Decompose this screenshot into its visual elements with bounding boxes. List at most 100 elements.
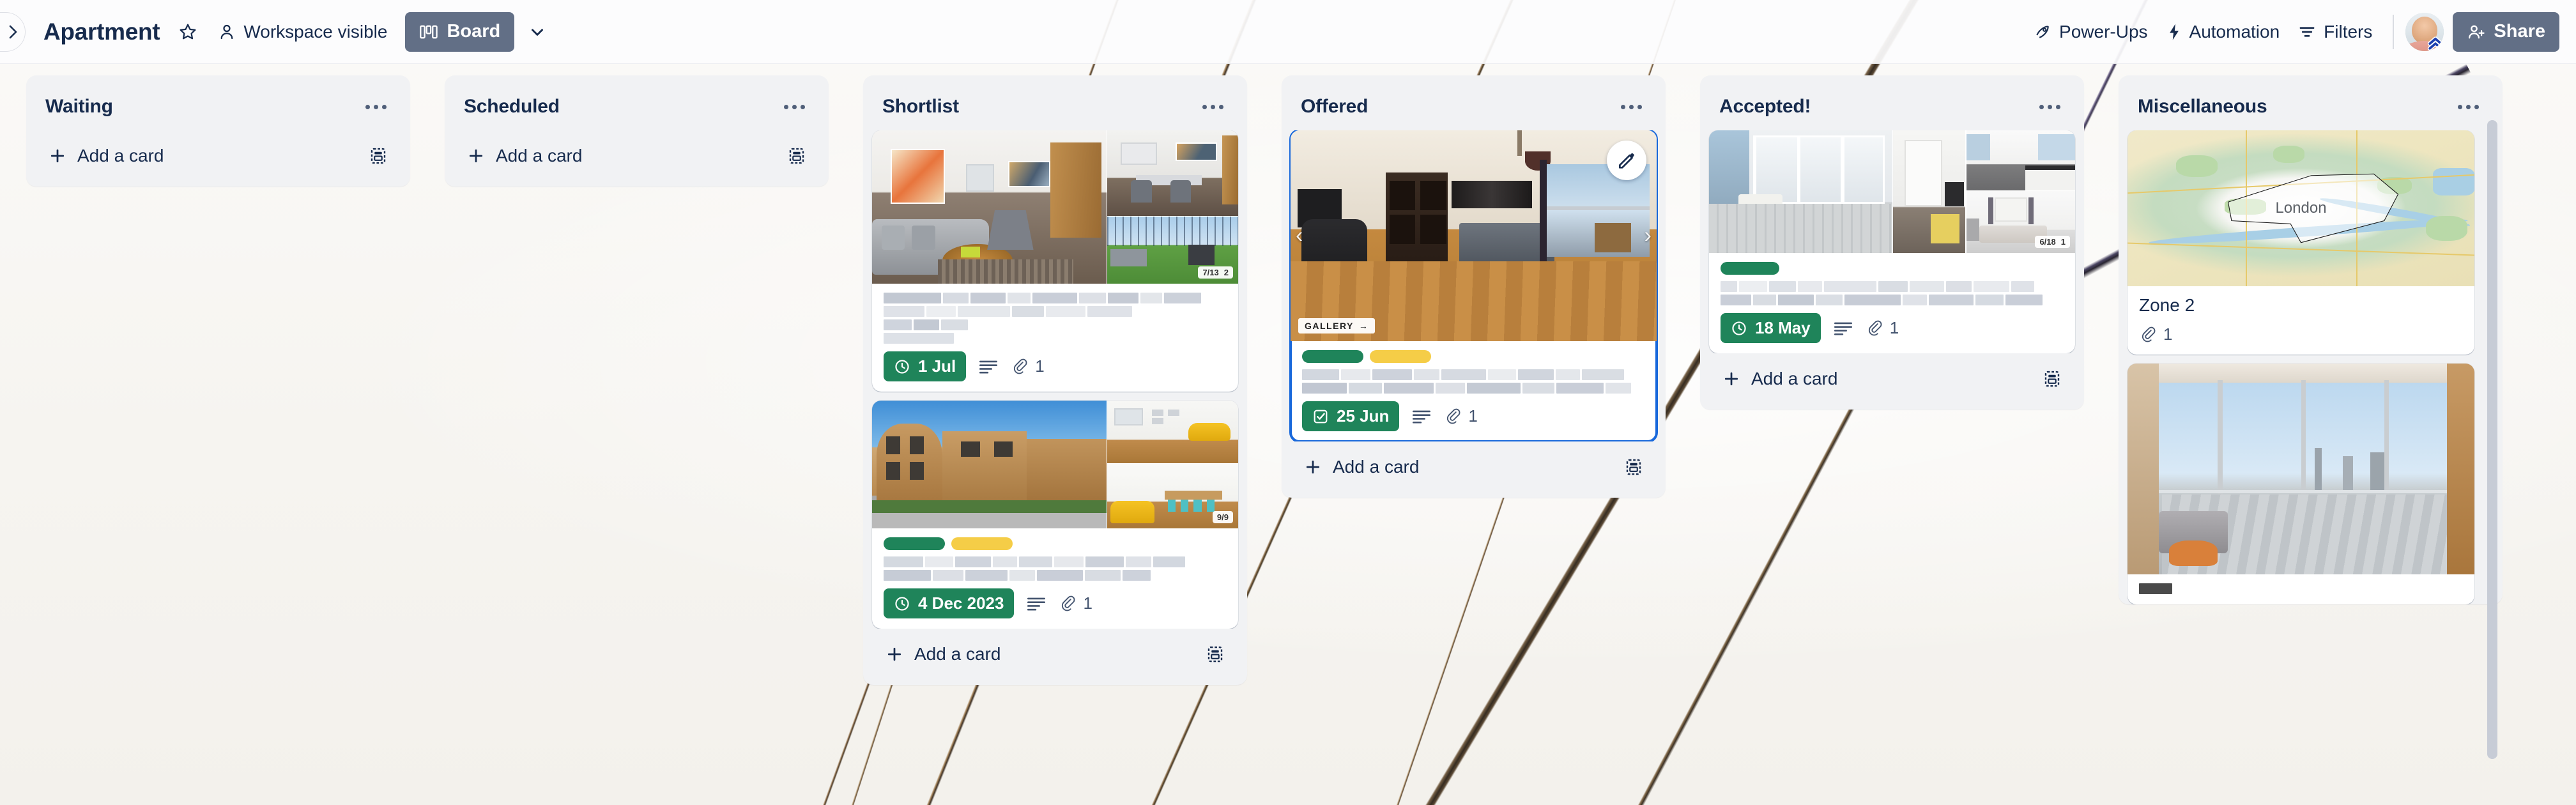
list-accepted: Accepted! 6/18 1 18 May 1 Add a card bbox=[1700, 75, 2084, 410]
visibility-button[interactable]: Workspace visible bbox=[208, 14, 396, 50]
avatar[interactable] bbox=[2405, 12, 2444, 51]
cover-next-arrow-icon[interactable]: › bbox=[1644, 224, 1652, 249]
sidebar-collapse-button[interactable] bbox=[0, 12, 26, 52]
due-date-text: 25 Jun bbox=[1337, 406, 1390, 425]
list-menu-button-miscellaneous[interactable] bbox=[2451, 92, 2485, 121]
add-card-button-shortlist[interactable]: Add a card bbox=[877, 638, 1008, 671]
plus-icon bbox=[1724, 372, 1738, 386]
description-badge bbox=[1412, 409, 1431, 424]
due-date-badge[interactable]: 25 Jun bbox=[1302, 401, 1400, 431]
attachment-badge: 1 bbox=[1011, 356, 1045, 376]
card-container-accepted: 6/18 1 18 May 1 bbox=[1700, 130, 2084, 353]
ellipsis-icon bbox=[1202, 104, 1207, 109]
card-misc-2[interactable] bbox=[2128, 364, 2474, 604]
add-card-button-waiting[interactable]: Add a card bbox=[40, 139, 171, 172]
add-card-button-accepted[interactable]: Add a card bbox=[1714, 362, 1845, 395]
card-template-button-waiting[interactable] bbox=[363, 141, 394, 171]
list-menu-button-offered[interactable] bbox=[1614, 92, 1648, 121]
list-title-scheduled[interactable]: Scheduled bbox=[464, 96, 560, 118]
description-icon bbox=[1027, 597, 1046, 611]
list-menu-button-scheduled[interactable] bbox=[778, 92, 811, 121]
card-cover[interactable]: 6/18 1 bbox=[1709, 130, 2075, 253]
due-date-text: 1 Jul bbox=[918, 356, 956, 376]
list-title-miscellaneous[interactable]: Miscellaneous bbox=[2138, 96, 2267, 118]
list-menu-button-accepted[interactable] bbox=[2033, 92, 2066, 121]
board-header: Apartment Workspace visible Board Power-… bbox=[0, 0, 2576, 64]
page-title[interactable]: Apartment bbox=[36, 13, 167, 50]
list-header-accepted: Accepted! bbox=[1700, 75, 2084, 130]
card-badges: 1 Jul 1 bbox=[884, 351, 1227, 381]
ellipsis-icon bbox=[2055, 104, 2060, 109]
card-accepted-1[interactable]: 6/18 1 18 May 1 bbox=[1709, 130, 2075, 353]
due-date-badge[interactable]: 18 May bbox=[1721, 313, 1821, 343]
chevron-right-icon bbox=[9, 25, 17, 38]
paperclip-icon bbox=[1014, 358, 1027, 374]
label-yellow[interactable] bbox=[1370, 350, 1431, 363]
due-date-badge[interactable]: 1 Jul bbox=[884, 351, 967, 381]
power-ups-button[interactable]: Power-Ups bbox=[2024, 14, 2156, 50]
label-green[interactable] bbox=[1302, 350, 1363, 363]
star-icon bbox=[180, 24, 196, 39]
card-template-button-scheduled[interactable] bbox=[781, 141, 812, 171]
list-shortlist: Shortlist 7/13 2 1 Jul 1 9/9 4 Dec 2023 … bbox=[863, 75, 1247, 685]
card-cover[interactable]: 9/9 bbox=[872, 401, 1238, 528]
list-waiting: Waiting Add a card bbox=[26, 75, 410, 187]
list-header-miscellaneous: Miscellaneous bbox=[2119, 75, 2503, 130]
chevrons-up-icon bbox=[2428, 36, 2444, 50]
list-vertical-scrollbar[interactable] bbox=[2487, 120, 2497, 759]
person-icon bbox=[220, 24, 233, 39]
card-cover[interactable] bbox=[2128, 364, 2474, 574]
label-green[interactable] bbox=[884, 537, 945, 550]
list-title-shortlist[interactable]: Shortlist bbox=[882, 96, 959, 118]
card-title-redacted bbox=[2139, 583, 2463, 594]
label-green[interactable] bbox=[1721, 262, 1779, 275]
due-date-text: 18 May bbox=[1755, 318, 1811, 337]
board-view-button[interactable]: Board bbox=[405, 12, 515, 52]
card-template-button-accepted[interactable] bbox=[2037, 364, 2067, 394]
card-cover-map[interactable]: London bbox=[2128, 130, 2474, 286]
gallery-label: GALLERY bbox=[1305, 321, 1354, 331]
card-misc-zone2[interactable]: London Zone 2 1 bbox=[2128, 130, 2474, 355]
card-badges: 18 May 1 bbox=[1721, 313, 2064, 343]
add-card-button-offered[interactable]: Add a card bbox=[1296, 450, 1427, 484]
add-card-label: Add a card bbox=[1333, 457, 1420, 477]
gallery-overlay-pill[interactable]: GALLERY → bbox=[1298, 318, 1376, 334]
card-cover[interactable]: GALLERY → ‹ › bbox=[1291, 130, 1657, 341]
label-yellow[interactable] bbox=[951, 537, 1013, 550]
card-body: 1 Jul 1 bbox=[872, 284, 1238, 392]
card-template-button-shortlist[interactable] bbox=[1200, 639, 1230, 670]
ellipsis-icon bbox=[381, 104, 387, 109]
edit-card-button[interactable] bbox=[1607, 141, 1646, 180]
card-cover[interactable]: 7/13 2 bbox=[872, 130, 1238, 284]
cover-photo-count: 9/9 bbox=[1216, 512, 1229, 522]
filters-button[interactable]: Filters bbox=[2288, 14, 2381, 50]
due-date-badge[interactable]: 4 Dec 2023 bbox=[884, 588, 1015, 618]
cover-prev-arrow-icon[interactable]: ‹ bbox=[1296, 224, 1303, 249]
add-card-button-scheduled[interactable]: Add a card bbox=[459, 139, 590, 172]
ellipsis-icon bbox=[800, 104, 805, 109]
card-labels bbox=[1302, 350, 1645, 363]
list-footer-waiting: Add a card bbox=[26, 130, 410, 187]
card-template-icon bbox=[371, 148, 386, 164]
cover-count-pill: 9/9 bbox=[1212, 511, 1233, 523]
list-title-offered[interactable]: Offered bbox=[1301, 96, 1368, 118]
card-shortlist-1[interactable]: 7/13 2 1 Jul 1 bbox=[872, 130, 1238, 392]
view-switcher-button[interactable] bbox=[519, 14, 555, 50]
share-button[interactable]: Share bbox=[2453, 12, 2559, 52]
card-template-button-offered[interactable] bbox=[1618, 452, 1649, 482]
cover-count-pill: 6/18 1 bbox=[2035, 236, 2070, 248]
list-menu-button-shortlist[interactable] bbox=[1196, 92, 1229, 121]
list-menu-button-waiting[interactable] bbox=[359, 92, 392, 121]
list-title-accepted[interactable]: Accepted! bbox=[1719, 96, 1811, 118]
clock-icon bbox=[1732, 321, 1746, 335]
star-button[interactable] bbox=[167, 14, 208, 50]
automation-button[interactable]: Automation bbox=[2157, 14, 2289, 50]
map-image: London bbox=[2128, 130, 2474, 286]
card-offered-1[interactable]: GALLERY → ‹ › 25 Jun 1 bbox=[1289, 130, 1658, 441]
list-footer-scheduled: Add a card bbox=[445, 130, 829, 187]
list-title-waiting[interactable]: Waiting bbox=[45, 96, 113, 118]
add-card-label: Add a card bbox=[914, 644, 1001, 664]
ellipsis-icon bbox=[1637, 104, 1642, 109]
card-shortlist-2[interactable]: 9/9 4 Dec 2023 1 bbox=[872, 401, 1238, 629]
plus-icon bbox=[1306, 460, 1320, 474]
